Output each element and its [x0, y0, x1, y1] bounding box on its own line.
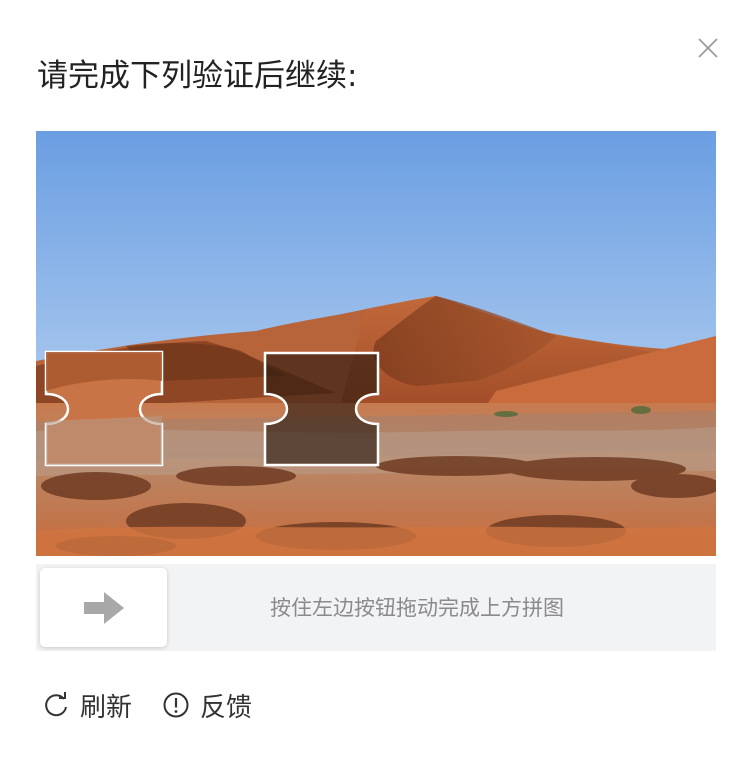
- close-icon: [698, 38, 718, 58]
- puzzle-image: [36, 131, 716, 556]
- dialog-title: 请完成下列验证后继续:: [37, 58, 358, 94]
- feedback-label: 反馈: [200, 692, 253, 723]
- close-button[interactable]: [696, 36, 720, 60]
- refresh-label: 刷新: [80, 692, 133, 723]
- slider-track: 按住左边按钮拖动完成上方拼图: [36, 564, 716, 651]
- alert-circle-icon: [163, 692, 189, 718]
- arrow-right-icon: [84, 592, 124, 624]
- refresh-button[interactable]: 刷新: [42, 686, 132, 724]
- slider-hint: 按住左边按钮拖动完成上方拼图: [270, 596, 564, 620]
- refresh-icon: [45, 692, 67, 717]
- captcha-dialog: 请完成下列验证后继续: 按住左边按钮拖动完成上方拼图 刷新 反馈: [0, 0, 754, 762]
- feedback-button[interactable]: 反馈: [162, 686, 252, 724]
- slider-handle[interactable]: [40, 568, 167, 647]
